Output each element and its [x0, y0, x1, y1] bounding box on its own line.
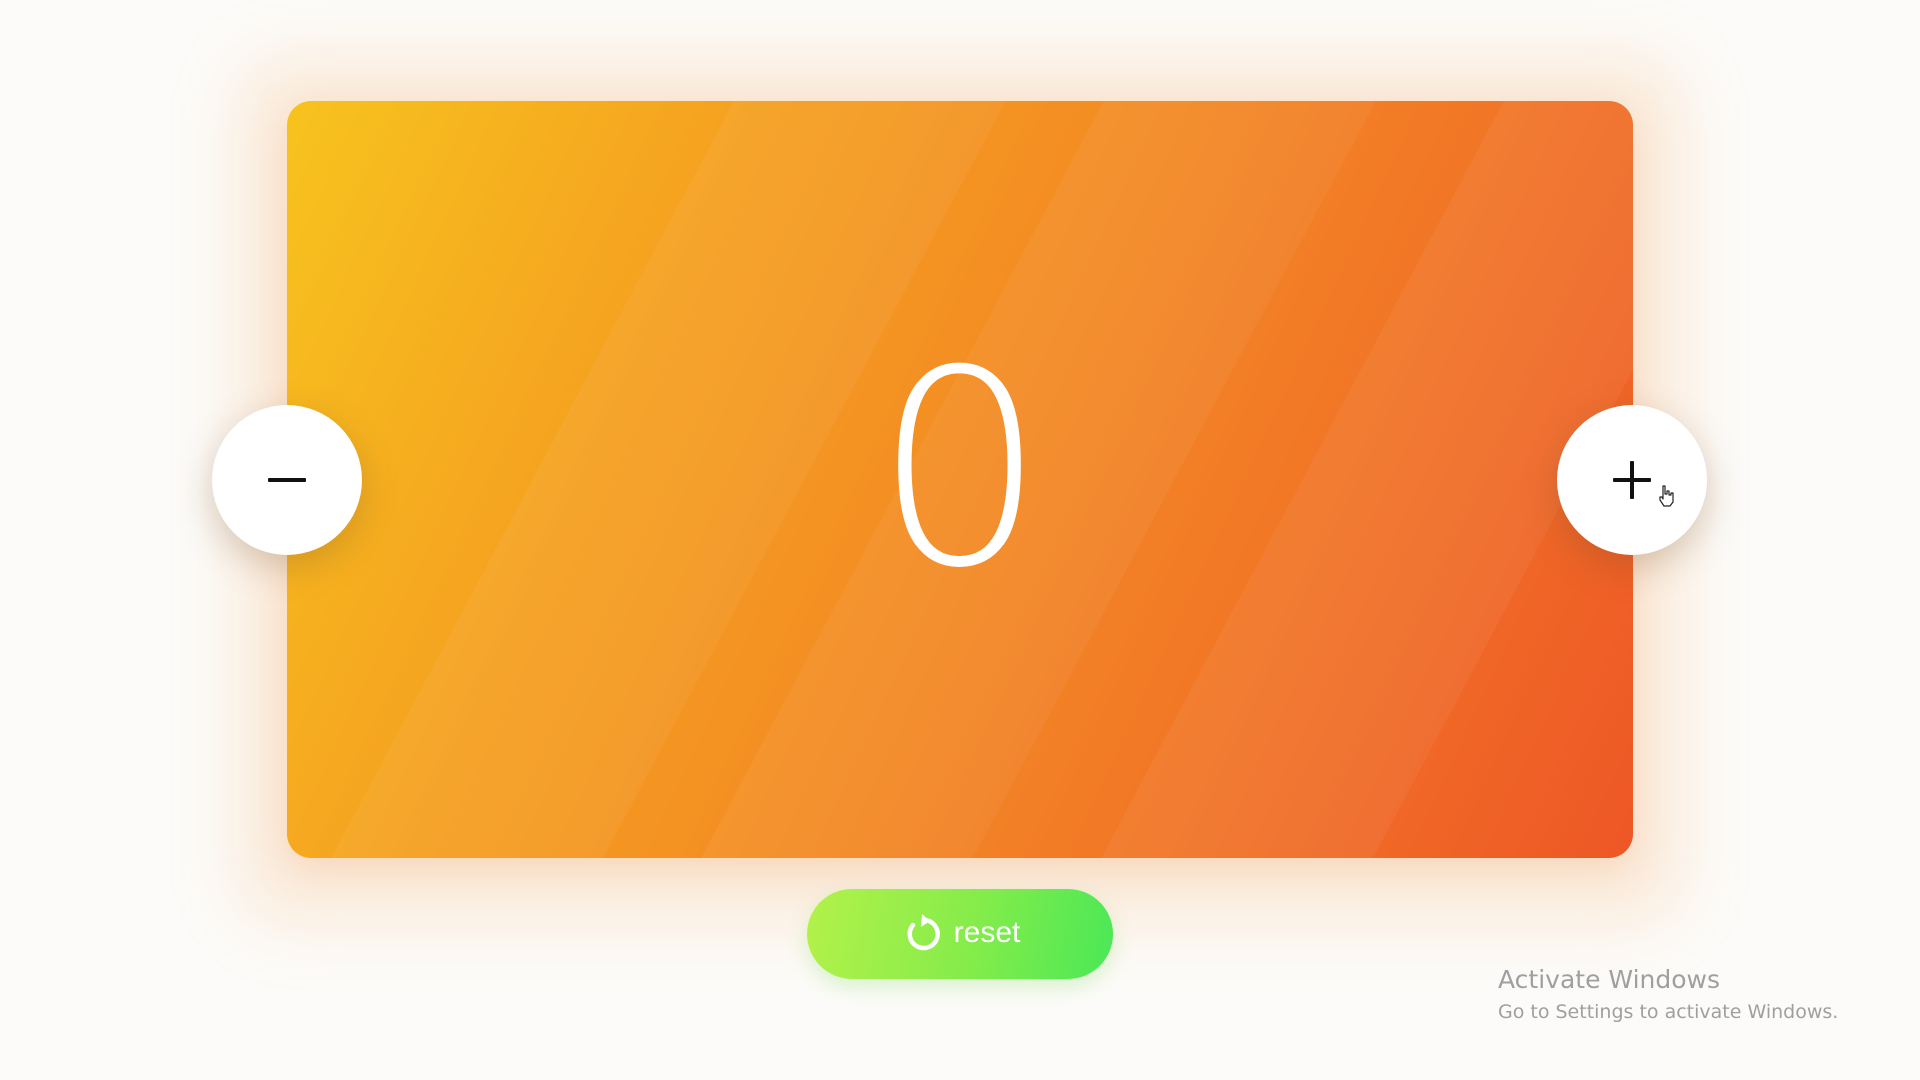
reset-icon — [907, 914, 940, 951]
plus-icon — [1613, 461, 1651, 499]
hand-pointer-icon — [1659, 485, 1674, 507]
app-stage: 0 reset Activate Windows Go to Settings … — [0, 0, 1920, 1080]
reset-label: reset — [953, 916, 1021, 949]
decrement-button[interactable] — [212, 405, 362, 555]
increment-button[interactable] — [1557, 405, 1707, 555]
minus-icon — [268, 461, 306, 499]
watermark-subtitle: Go to Settings to activate Windows. — [1498, 1001, 1839, 1023]
watermark-title: Activate Windows — [1498, 965, 1720, 994]
windows-activation-watermark: Activate Windows Go to Settings to activ… — [1498, 963, 1838, 1027]
reset-button[interactable]: reset — [807, 889, 1113, 979]
